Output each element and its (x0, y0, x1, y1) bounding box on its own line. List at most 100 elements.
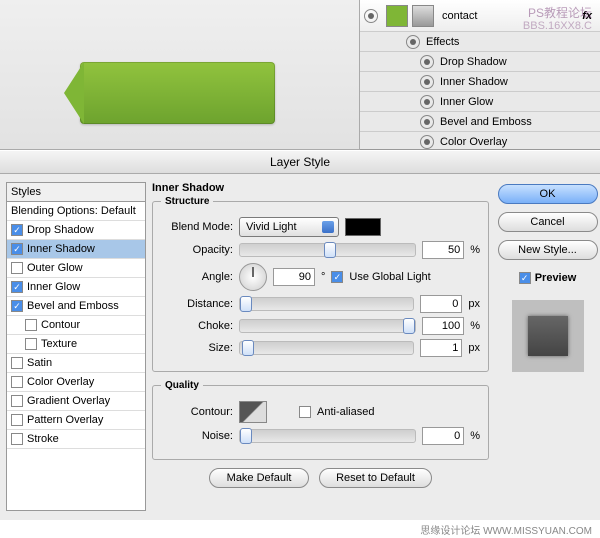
style-item[interactable]: Pattern Overlay (7, 411, 145, 430)
preview-inner (528, 316, 568, 356)
preview-checkbox[interactable] (519, 272, 531, 284)
style-label: Satin (27, 357, 52, 369)
effect-name: Bevel and Emboss (440, 116, 532, 128)
opacity-label: Opacity: (161, 244, 233, 256)
blend-mode-label: Blend Mode: (161, 221, 233, 233)
visibility-eye-icon[interactable] (420, 135, 434, 149)
size-input[interactable]: 1 (420, 339, 462, 357)
size-slider[interactable] (239, 341, 414, 355)
style-checkbox[interactable] (11, 243, 23, 255)
style-checkbox[interactable] (11, 414, 23, 426)
unit: ° (321, 271, 325, 283)
watermark-text: PS教程论坛 (528, 4, 592, 21)
cancel-button[interactable]: Cancel (498, 212, 598, 232)
global-light-label: Use Global Light (349, 271, 430, 283)
style-checkbox[interactable] (11, 395, 23, 407)
unit: % (470, 244, 480, 256)
visibility-eye-icon[interactable] (420, 55, 434, 69)
contour-picker[interactable] (239, 401, 267, 423)
style-checkbox[interactable] (25, 338, 37, 350)
style-checkbox[interactable] (11, 262, 23, 274)
effect-row[interactable]: Drop Shadow (360, 52, 600, 72)
watermark-text: BBS.16XX8.C (523, 20, 592, 32)
effect-row[interactable]: Bevel and Emboss (360, 112, 600, 132)
effect-row[interactable]: Inner Shadow (360, 72, 600, 92)
quality-group: Quality Contour: Anti-aliased Noise: 0 % (152, 380, 489, 460)
choke-label: Choke: (161, 320, 233, 332)
blending-options-item[interactable]: Blending Options: Default (7, 202, 145, 221)
choke-input[interactable]: 100 (422, 317, 464, 335)
effects-header[interactable]: Effects (360, 32, 600, 52)
distance-slider[interactable] (239, 297, 414, 311)
style-checkbox[interactable] (11, 357, 23, 369)
distance-input[interactable]: 0 (420, 295, 462, 313)
layer-thumbnail (386, 5, 408, 27)
style-item[interactable]: Outer Glow (7, 259, 145, 278)
canvas-area (0, 0, 360, 150)
angle-input[interactable]: 90 (273, 268, 315, 286)
make-default-button[interactable]: Make Default (209, 468, 309, 488)
style-checkbox[interactable] (11, 433, 23, 445)
visibility-eye-icon[interactable] (420, 75, 434, 89)
reset-default-button[interactable]: Reset to Default (319, 468, 432, 488)
style-item[interactable]: Stroke (7, 430, 145, 449)
style-label: Outer Glow (27, 262, 83, 274)
footer-watermark: 思缘设计论坛 WWW.MISSYUAN.COM (0, 520, 600, 538)
style-checkbox[interactable] (11, 224, 23, 236)
ok-button[interactable]: OK (498, 184, 598, 204)
opacity-slider[interactable] (239, 243, 416, 257)
quality-legend: Quality (161, 380, 203, 391)
style-item[interactable]: Inner Shadow (7, 240, 145, 259)
visibility-eye-icon[interactable] (420, 115, 434, 129)
style-item[interactable]: Satin (7, 354, 145, 373)
style-item[interactable]: Color Overlay (7, 373, 145, 392)
style-item[interactable]: Inner Glow (7, 278, 145, 297)
style-checkbox[interactable] (11, 376, 23, 388)
preview-label: Preview (535, 272, 577, 284)
structure-legend: Structure (161, 196, 213, 207)
noise-label: Noise: (161, 430, 233, 442)
style-item[interactable]: Gradient Overlay (7, 392, 145, 411)
style-item[interactable]: Bevel and Emboss (7, 297, 145, 316)
panel-title: Inner Shadow (152, 182, 489, 194)
effect-row[interactable]: Inner Glow (360, 92, 600, 112)
style-label: Contour (41, 319, 80, 331)
visibility-eye-icon[interactable] (364, 9, 378, 23)
effect-name: Color Overlay (440, 136, 507, 148)
style-checkbox[interactable] (11, 281, 23, 293)
style-label: Drop Shadow (27, 224, 94, 236)
effect-row[interactable]: Color Overlay (360, 132, 600, 152)
visibility-eye-icon[interactable] (420, 95, 434, 109)
style-item[interactable]: Texture (7, 335, 145, 354)
contour-label: Contour: (161, 406, 233, 418)
global-light-checkbox[interactable] (331, 271, 343, 283)
style-label: Texture (41, 338, 77, 350)
angle-dial[interactable] (239, 263, 267, 291)
noise-input[interactable]: 0 (422, 427, 464, 445)
new-style-button[interactable]: New Style... (498, 240, 598, 260)
style-item[interactable]: Drop Shadow (7, 221, 145, 240)
styles-header[interactable]: Styles (7, 183, 145, 202)
color-swatch[interactable] (345, 218, 381, 236)
choke-slider[interactable] (239, 319, 416, 333)
dialog-title: Layer Style (0, 151, 600, 174)
style-checkbox[interactable] (11, 300, 23, 312)
distance-label: Distance: (161, 298, 233, 310)
layers-panel: contact fx Effects Drop ShadowInner Shad… (360, 0, 600, 150)
dialog-actions: OK Cancel New Style... Preview (495, 174, 600, 519)
angle-label: Angle: (161, 271, 233, 283)
blend-mode-select[interactable]: Vivid Light (239, 217, 339, 237)
anti-aliased-checkbox[interactable] (299, 406, 311, 418)
noise-slider[interactable] (239, 429, 416, 443)
style-label: Stroke (27, 433, 59, 445)
styles-list: Styles Blending Options: Default Drop Sh… (6, 182, 146, 511)
style-checkbox[interactable] (25, 319, 37, 331)
structure-group: Structure Blend Mode: Vivid Light Opacit… (152, 196, 489, 372)
visibility-eye-icon[interactable] (406, 35, 420, 49)
opacity-input[interactable]: 50 (422, 241, 464, 259)
layer-name: contact (442, 10, 477, 22)
style-item[interactable]: Contour (7, 316, 145, 335)
anti-aliased-label: Anti-aliased (317, 406, 374, 418)
green-arrow-shape (80, 62, 275, 124)
style-label: Inner Shadow (27, 243, 95, 255)
